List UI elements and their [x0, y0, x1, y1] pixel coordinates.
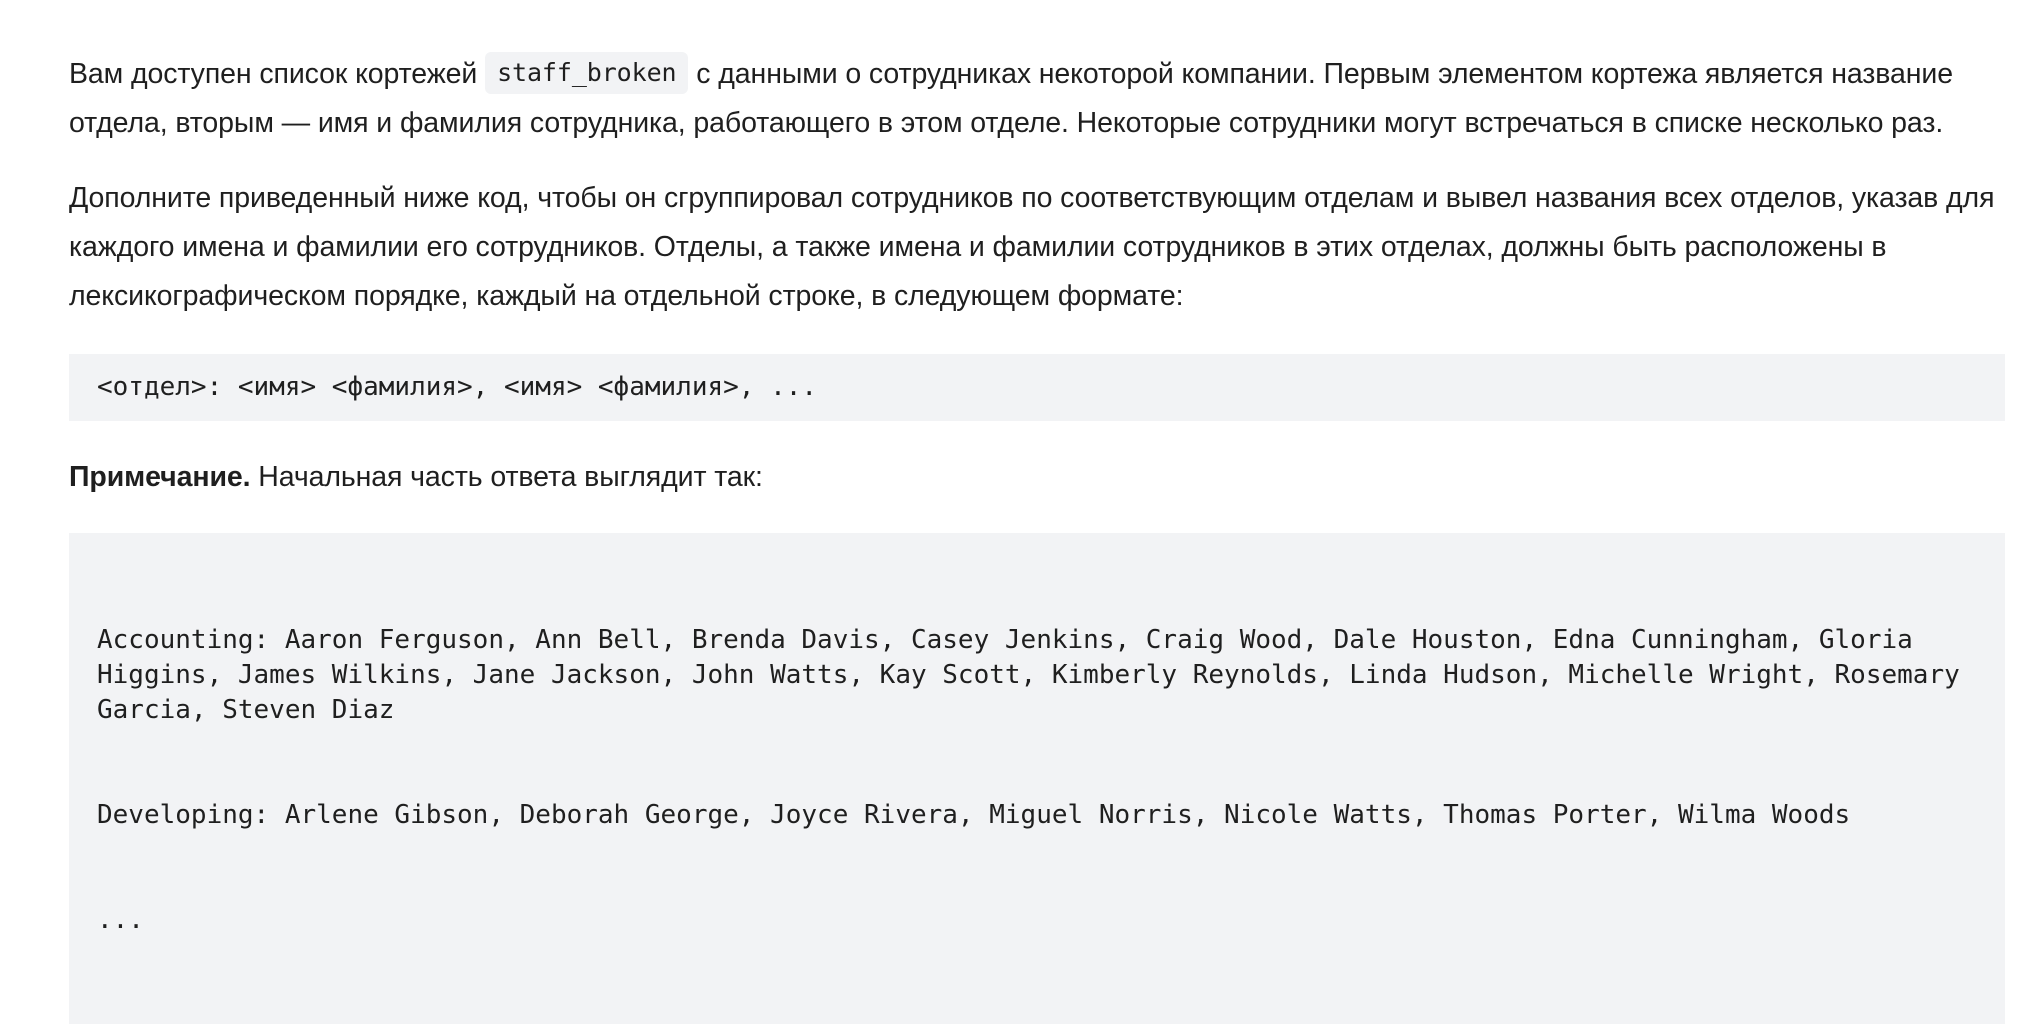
- format-code-block: <отдел>: <имя> <фамилия>, <имя> <фамилия…: [69, 354, 2005, 421]
- sample-output-line-accounting: Accounting: Aaron Ferguson, Ann Bell, Br…: [97, 625, 1976, 725]
- intro-paragraph: Вам доступен список кортежей staff_broke…: [69, 50, 2005, 148]
- sample-output-code-block: Accounting: Aaron Ferguson, Ann Bell, Br…: [69, 533, 2005, 1024]
- note-label: Примечание.: [69, 461, 251, 493]
- inline-code-staff-broken: staff_broken: [485, 52, 689, 94]
- note-text: Начальная часть ответа выглядит так:: [250, 461, 763, 493]
- note-paragraph: Примечание. Начальная часть ответа выгля…: [69, 453, 2005, 502]
- sample-output-line-ellipsis: ...: [97, 905, 144, 935]
- intro-text-start: Вам доступен список кортежей: [69, 58, 486, 90]
- task-description: Вам доступен список кортежей staff_broke…: [69, 50, 2005, 1024]
- task-paragraph: Дополните приведенный ниже код, чтобы он…: [69, 182, 1995, 312]
